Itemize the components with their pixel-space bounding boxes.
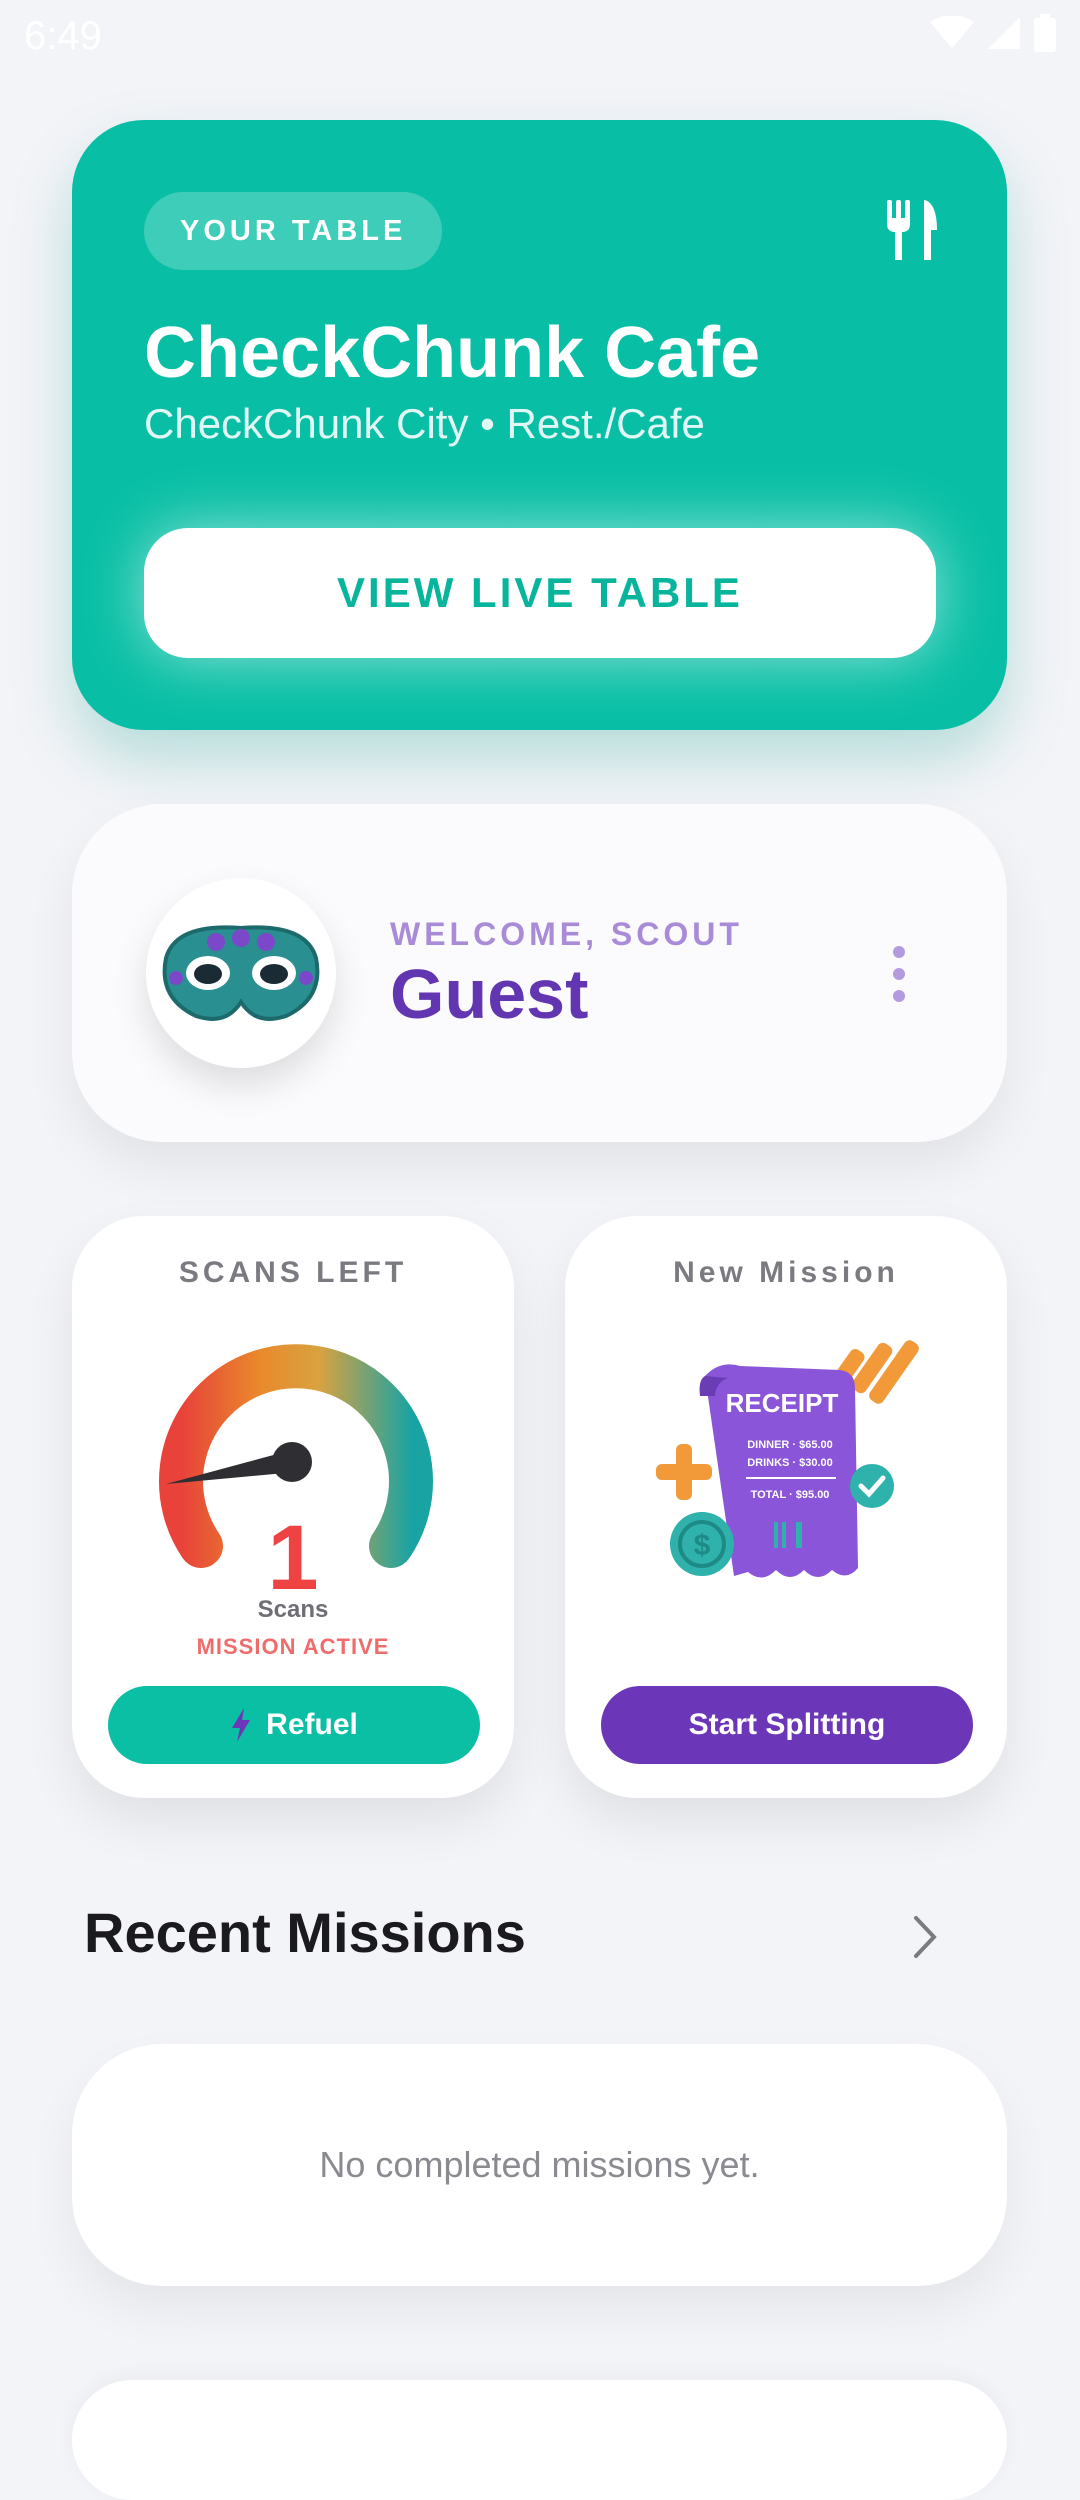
chevron-right-icon[interactable] (912, 1914, 940, 1960)
mask-icon (162, 925, 320, 1021)
cafe-subtitle: CheckChunk City • Rest./Cafe (144, 400, 705, 447)
signal-icon (988, 17, 1020, 49)
scans-left-card: SCANS LEFT 1 Scans MISSION ACTIVE Refuel (72, 1216, 514, 1798)
welcome-label: WELCOME, SCOUT (390, 916, 743, 952)
your-table-badge: YOUR TABLE (144, 192, 443, 270)
start-splitting-button[interactable]: Start Splitting (601, 1686, 973, 1764)
refuel-label: Refuel (266, 1708, 358, 1741)
new-mission-card: New Mission RECEIPT DINNER · $65.00 DRIN… (565, 1216, 1007, 1798)
svg-text:$: $ (694, 1529, 711, 1562)
status-icons (930, 14, 1056, 52)
user-name: Guest (390, 955, 589, 1033)
table-card: YOUR TABLE CheckChunk Cafe CheckChunk Ci… (72, 120, 1007, 730)
cafe-name: CheckChunk Cafe (144, 313, 761, 393)
more-options-icon[interactable] (889, 944, 909, 1004)
receipt-line-3: TOTAL · $95.00 (751, 1489, 830, 1501)
next-card (72, 2380, 1007, 2500)
recent-missions-title: Recent Missions (84, 1901, 526, 1964)
receipt-line-2: DRINKS · $30.00 (747, 1457, 833, 1469)
scans-left-title: SCANS LEFT (178, 1256, 408, 1289)
empty-state-text: No completed missions yet. (319, 2144, 760, 2185)
utensils-icon (887, 200, 937, 260)
refuel-button[interactable]: Refuel (108, 1686, 480, 1764)
scans-unit: Scans (257, 1596, 329, 1623)
lightning-icon (232, 1708, 251, 1742)
recent-missions-empty-card: No completed missions yet. (72, 2044, 1007, 2286)
status-bar: 6:49 (0, 0, 1080, 72)
welcome-card: WELCOME, SCOUT Guest (72, 804, 1007, 1142)
avatar[interactable] (146, 878, 336, 1068)
status-time: 6:49 (24, 14, 102, 58)
receipt-line-1: DINNER · $65.00 (747, 1439, 833, 1451)
new-mission-title: New Mission (673, 1256, 899, 1289)
view-live-table-button[interactable]: VIEW LIVE TABLE (144, 528, 936, 658)
receipt-illustration-icon: RECEIPT DINNER · $65.00 DRINKS · $30.00 … (656, 1340, 919, 1578)
receipt-header: RECEIPT (726, 1388, 839, 1418)
mission-status: MISSION ACTIVE (196, 1634, 390, 1659)
battery-icon (1034, 14, 1056, 52)
wifi-icon (930, 16, 974, 48)
